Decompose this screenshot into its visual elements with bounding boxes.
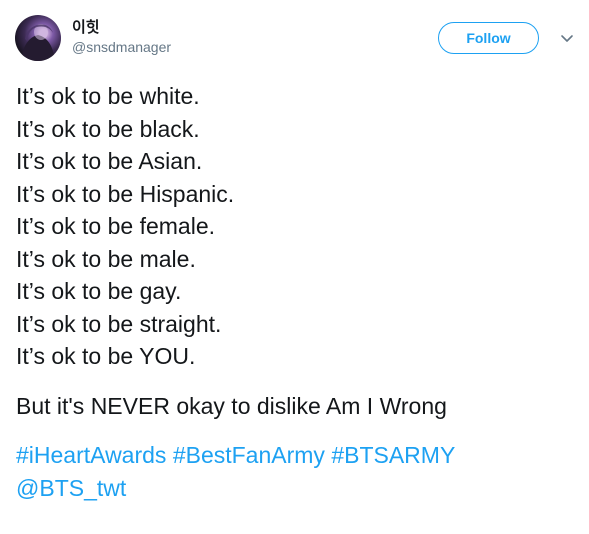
tweet-line: It’s ok to be gay. [16, 278, 182, 304]
chevron-down-icon[interactable] [559, 30, 575, 46]
tweet-line: It’s ok to be male. [16, 245, 196, 272]
tweet-line: It’s ok to be Hispanic. [16, 180, 235, 207]
tweet-line: It’s ok to be YOU. [16, 343, 196, 369]
mention-row: @BTS_twt [16, 472, 576, 505]
avatar[interactable] [15, 15, 61, 61]
tweet-line: It’s ok to be white. [16, 83, 200, 109]
tweet-line: It’s ok to be black. [16, 115, 200, 142]
tweet-text: It’s ok to be white. It’s ok to be black… [16, 80, 576, 504]
author-display-name[interactable]: 이힛 [72, 16, 100, 37]
tweet-line: It’s ok to be female. [16, 213, 216, 239]
mention-link[interactable]: @BTS_twt [16, 475, 126, 501]
author-handle[interactable]: @snsdmanager [72, 39, 171, 55]
tweet-line: It’s ok to be Asian. [16, 148, 203, 174]
tweet-closing-line: But it's NEVER okay to dislike Am I Wron… [16, 392, 447, 419]
follow-button[interactable]: Follow [438, 22, 539, 54]
hashtag-link[interactable]: #BestFanArmy [173, 442, 325, 468]
hashtag-row: #iHeartAwards #BestFanArmy #BTSARMY [16, 439, 576, 472]
tweet-line: It’s ok to be straight. [16, 310, 222, 337]
hashtag-link[interactable]: #BTSARMY [331, 442, 455, 468]
avatar-photo [21, 24, 55, 61]
hashtag-link[interactable]: #iHeartAwards [16, 442, 166, 468]
